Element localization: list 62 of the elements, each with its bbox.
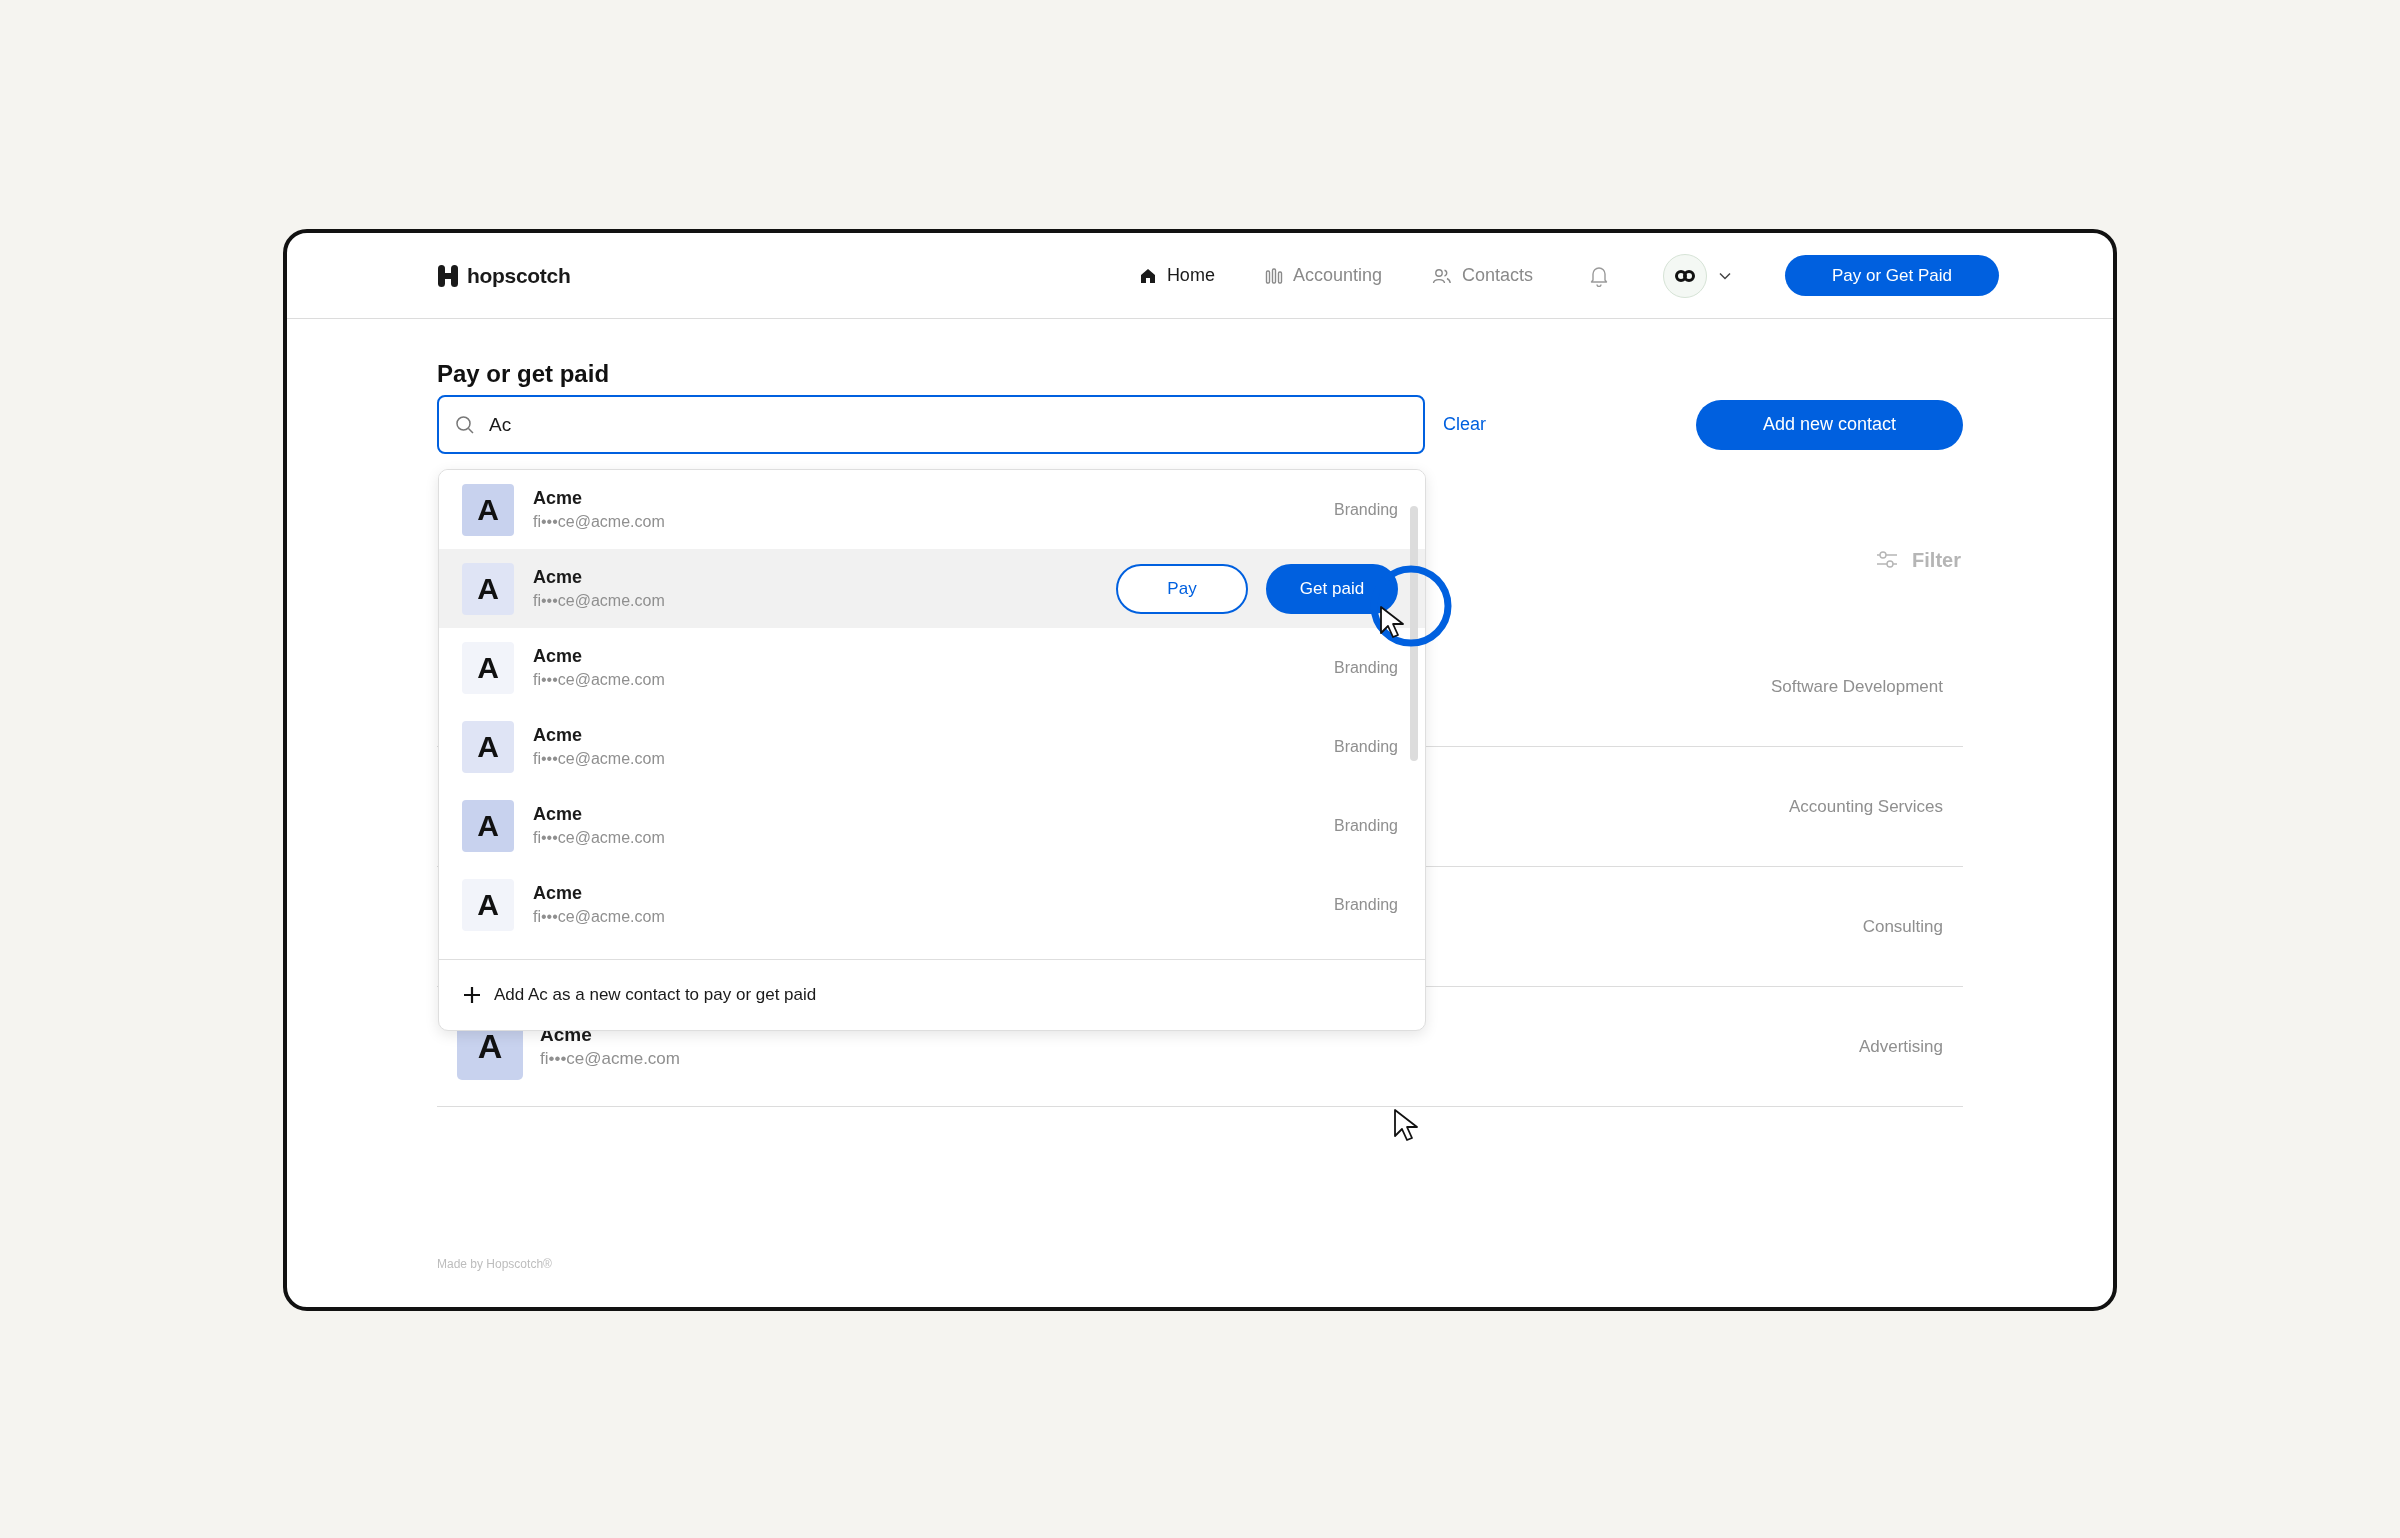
contact-email: fi•••ce@acme.com xyxy=(540,1047,680,1070)
result-row[interactable]: A Acme fi•••ce@acme.com Branding xyxy=(439,707,1425,786)
result-row[interactable]: A Acme fi•••ce@acme.com Branding xyxy=(439,865,1425,944)
contact-email: fi•••ce@acme.com xyxy=(533,827,665,848)
pay-button[interactable]: Pay xyxy=(1116,563,1248,614)
clear-link[interactable]: Clear xyxy=(1443,411,1486,438)
contact-category: Advertising xyxy=(1858,1035,1943,1058)
contact-category: Branding xyxy=(1333,894,1398,915)
cursor-icon xyxy=(1379,605,1405,639)
contact-category: Branding xyxy=(1333,736,1398,757)
linked-rings-icon xyxy=(1674,268,1696,283)
bar-chart-icon xyxy=(1264,266,1283,285)
click-ring-icon xyxy=(1369,564,1453,648)
chevron-down-icon xyxy=(1719,271,1731,280)
nav-link[interactable]: Home xyxy=(1138,262,1215,289)
contact-category: Branding xyxy=(1333,815,1398,836)
contact-name: Acme xyxy=(533,644,584,668)
sliders-icon xyxy=(1876,550,1899,570)
contact-name: Acme xyxy=(533,881,584,905)
contact-category: Accounting Services xyxy=(1788,795,1943,818)
nav-link[interactable]: Accounting xyxy=(1264,262,1382,289)
account-avatar[interactable] xyxy=(1663,253,1707,298)
plus-icon xyxy=(462,985,482,1005)
nav-link[interactable]: Contacts xyxy=(1431,262,1533,289)
pay-or-get-paid-button[interactable]: Pay or Get Paid xyxy=(1785,255,1999,296)
bell-icon xyxy=(1589,264,1609,287)
contact-email: fi•••ce@acme.com xyxy=(533,906,665,927)
search-icon xyxy=(455,415,475,435)
cursor-icon xyxy=(1393,1108,1419,1142)
contact-avatar: A xyxy=(462,562,514,615)
contact-name: Acme xyxy=(533,723,584,747)
contact-avatar: A xyxy=(462,641,514,694)
result-row[interactable]: A Acme fi•••ce@acme.com Pay Get paid xyxy=(439,549,1425,628)
logo-wordmark: hopscotch xyxy=(467,262,571,289)
result-row[interactable]: A Acme fi•••ce@acme.com Branding xyxy=(439,470,1425,549)
contact-avatar: A xyxy=(462,878,514,931)
home-icon xyxy=(1138,266,1157,285)
contact-category: Branding xyxy=(1333,657,1398,678)
contact-category: Branding xyxy=(1333,499,1398,520)
result-row[interactable]: A Acme fi•••ce@acme.com Branding xyxy=(439,786,1425,865)
contact-email: fi•••ce@acme.com xyxy=(533,669,665,690)
contact-name: Acme xyxy=(533,802,584,826)
people-icon xyxy=(1431,266,1452,285)
scrollbar[interactable] xyxy=(1410,506,1418,761)
logo-icon xyxy=(437,263,459,288)
contact-avatar: A xyxy=(462,799,514,852)
contact-avatar: A xyxy=(462,483,514,536)
add-contact-option[interactable]: Add Ac as a new contact to pay or get paid xyxy=(494,982,817,1008)
contact-name: Acme xyxy=(533,486,584,510)
footer-text: Made by Hopscotch® xyxy=(437,1256,553,1273)
contact-name: Acme xyxy=(533,565,584,589)
page-title: Pay or get paid xyxy=(437,359,611,389)
contact-category: Software Development xyxy=(1771,675,1943,698)
contact-avatar: A xyxy=(462,720,514,773)
contact-email: fi•••ce@acme.com xyxy=(533,748,665,769)
result-row[interactable]: A Acme fi•••ce@acme.com Branding xyxy=(439,628,1425,707)
add-new-contact-button[interactable]: Add new contact xyxy=(1696,399,1963,450)
contact-email: fi•••ce@acme.com xyxy=(533,590,665,611)
contact-email: fi•••ce@acme.com xyxy=(533,511,665,532)
search-field[interactable]: Ac xyxy=(437,395,1425,454)
contact-category: Consulting xyxy=(1862,915,1943,938)
get-paid-button[interactable]: Get paid xyxy=(1266,563,1398,614)
